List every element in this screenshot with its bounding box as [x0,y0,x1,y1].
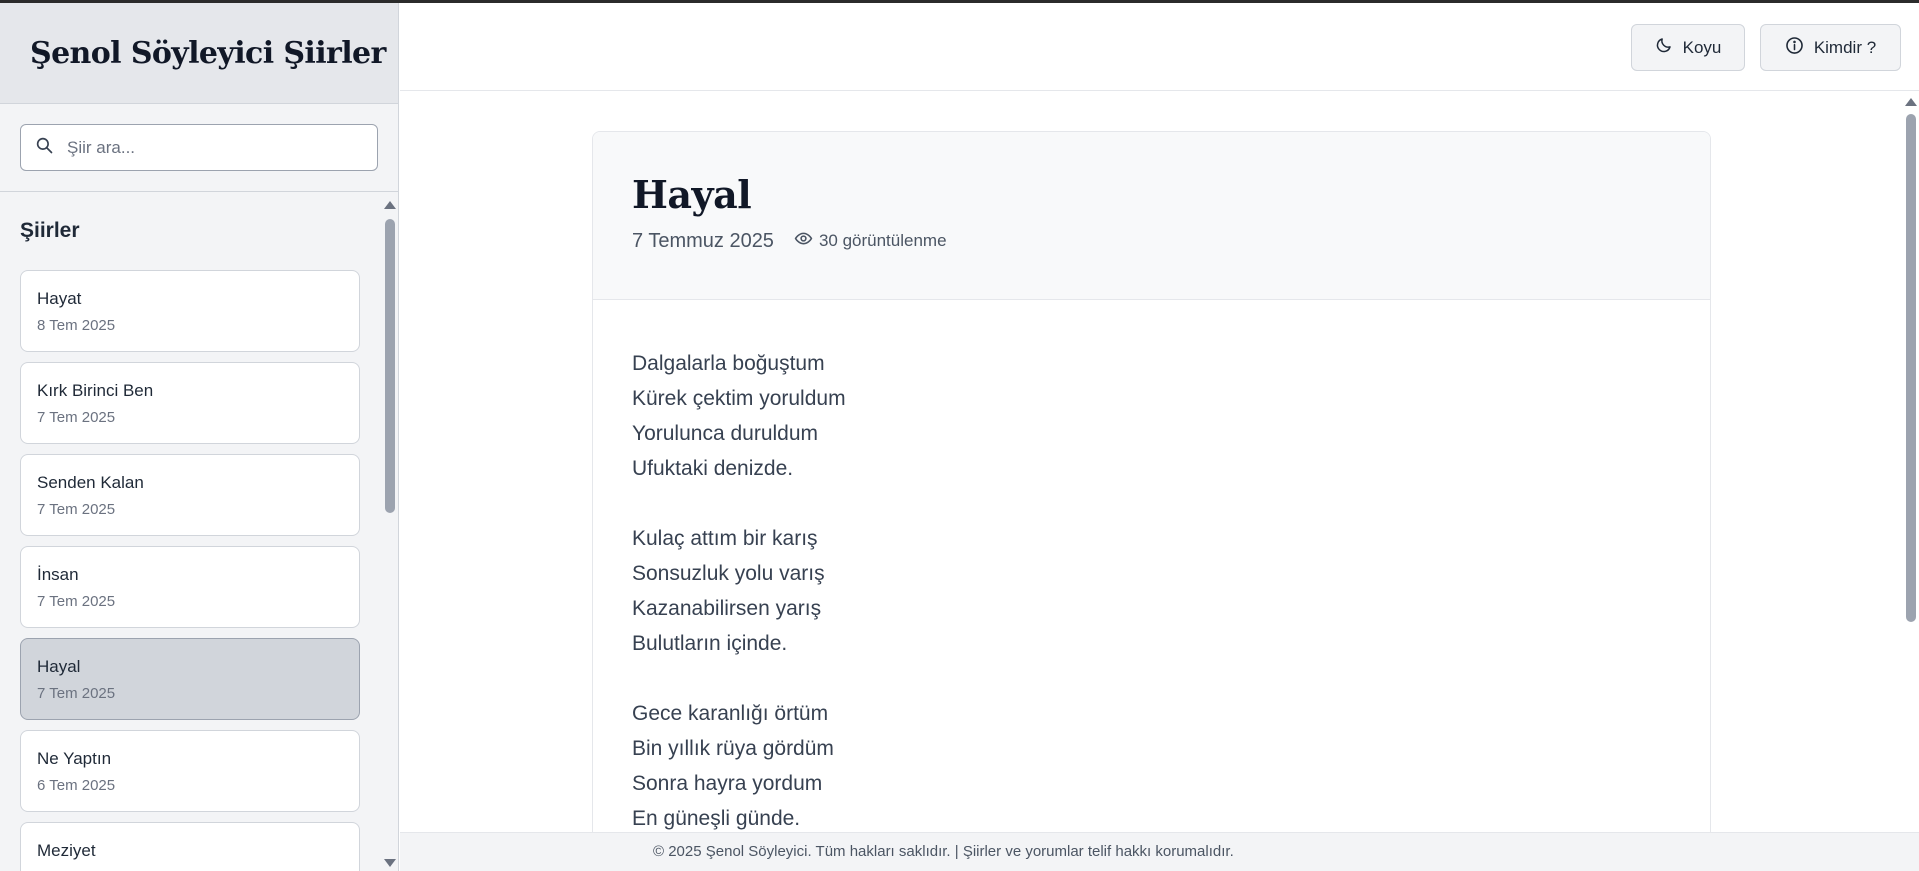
view-count: 30 görüntülenme [794,229,947,253]
poem-list-item-title: Senden Kalan [37,473,144,492]
poem-list-item-title: Meziyet [37,841,96,860]
dark-mode-label: Koyu [1682,37,1722,57]
poem-list-heading: Şiirler [20,219,80,242]
poem-meta: 7 Temmuz 2025 30 görüntülenme [632,229,1710,253]
search-icon [35,136,53,159]
about-label: Kimdir ? [1813,37,1877,57]
poem-verse: Kürek çektim yoruldum [632,387,846,410]
poem-list-item-date: 7 Tem 2025 [37,409,116,426]
poem-list-item-title: Ne Yaptın [37,749,112,768]
poem-list: Hayat 8 Tem 2025 Kırk Birinci Ben 7 Tem 202… [20,270,360,871]
top-bar: Koyu Kimdir ? [400,3,1919,91]
main-content: Hayal 7 Temmuz 2025 30 görüntülenme Dalg… [400,92,1900,832]
poem-list-item[interactable]: Senden Kalan 7 Tem 2025 [20,454,360,536]
poem-list-item[interactable]: Hayal 7 Tem 2025 [20,638,360,720]
poem-list-item[interactable]: Meziyet5 Tem 2025 [20,822,360,871]
poem-list-item[interactable]: İnsan 7 Tem 2025 [20,546,360,628]
info-icon [1785,36,1804,60]
scroll-up-arrow[interactable] [384,201,396,209]
dark-mode-button[interactable]: Koyu [1631,24,1745,71]
sidebar-scrollbar[interactable] [380,195,398,871]
poem-list-item-date: 7 Tem 2025 [37,593,116,610]
moon-icon [1655,36,1673,59]
scroll-thumb[interactable] [385,219,395,513]
poem-list-item-date: 6 Tem 2025 [37,777,116,794]
poem-title: Hayal [632,172,752,217]
poem-verse: Ufuktaki denizde. [632,457,794,480]
sidebar: Şenol Söyleyici Şiirler Şiirler Hayat 8 T… [0,3,399,871]
brand-header: Şenol Söyleyici Şiirler [0,3,398,104]
scroll-thumb[interactable] [1906,114,1916,622]
poem-list-item[interactable]: Hayat 8 Tem 2025 [20,270,360,352]
poem-list-item[interactable]: Kırk Birinci Ben 7 Tem 2025 [20,362,360,444]
poem-verse: Yorulunca duruldum [632,422,819,445]
poem-stanza: Kulaç attım bir karış Sonsuzluk yolu varı… [632,521,1710,661]
poem-date: 7 Temmuz 2025 [632,229,774,252]
search-input[interactable] [67,137,347,158]
poem-verse: Bin yıllık rüya gördüm [632,737,834,760]
poem-list-item-title: İnsan [37,565,79,584]
poem-list-item-title: Hayal [37,657,81,676]
scroll-up-arrow[interactable] [1905,98,1917,106]
poem-verse: Bulutların içinde. [632,632,788,655]
poem-list-item-date: 7 Tem 2025 [37,685,116,702]
window-top-border [0,0,1919,3]
poem-verse: Sonra hayra yordum [632,772,823,795]
poem-list-item-title: Hayat [37,289,82,308]
about-button[interactable]: Kimdir ? [1760,24,1901,71]
scroll-down-arrow[interactable] [384,859,396,867]
poem-list-item-date: 8 Tem 2025 [37,317,116,334]
poem-verse: Kulaç attım bir karış [632,527,818,550]
content-scrollbar[interactable] [1901,92,1919,832]
site-title[interactable]: Şenol Söyleyici Şiirler [30,36,386,71]
poem-verse: Kazanabilirsen yarış [632,597,822,620]
poem-list-area: Şiirler Hayat 8 Tem 2025 Kırk Birinci Ben 7… [0,195,398,871]
search-section [0,104,398,192]
poem-verse: Dalgalarla boğuştum [632,352,825,375]
poem-list-item-date: 7 Tem 2025 [37,501,116,518]
search-box[interactable] [20,124,378,171]
eye-icon [794,229,813,253]
poem-verse: Gece karanlığı örtüm [632,702,829,725]
poem-verse: En güneşli günde. [632,807,801,830]
poem-list-item[interactable]: Ne Yaptın 6 Tem 2025 [20,730,360,812]
poem-header: Hayal 7 Temmuz 2025 30 görüntülenme [593,132,1710,300]
poem-body: Dalgalarla boğuştum Kürek çektim yoruldum… [593,300,1710,832]
view-count-label: 30 görüntülenme [818,231,947,250]
poem-panel: Hayal 7 Temmuz 2025 30 görüntülenme Dalg… [592,131,1711,832]
poem-stanza: Gece karanlığı örtüm Bin yıllık rüya görd… [632,696,1710,832]
poem-stanza: Dalgalarla boğuştum Kürek çektim yoruldum… [632,346,1710,486]
footer: © 2025 Şenol Söyleyici. Tüm hakları sakl… [400,832,1919,871]
poem-list-item-title: Kırk Birinci Ben [37,381,154,400]
footer-text: © 2025 Şenol Söyleyici. Tüm hakları sakl… [653,843,1234,860]
poem-verse: Sonsuzluk yolu varış [632,562,825,585]
